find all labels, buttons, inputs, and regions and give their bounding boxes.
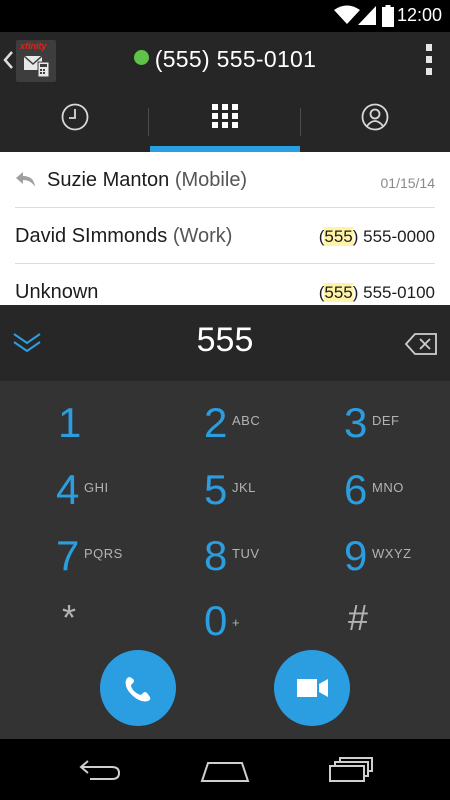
- key-digit: 8: [204, 532, 228, 579]
- clock-time: 12:00: [396, 5, 442, 25]
- contact-number: (555) 555-0100: [318, 283, 435, 302]
- key-6[interactable]: 6 MNO: [344, 466, 450, 532]
- active-line-title: (555) 555-0101: [0, 46, 450, 73]
- key-letters: MNO: [372, 480, 404, 495]
- key-digit: 5: [204, 466, 228, 513]
- list-item[interactable]: David SImmonds (Work) (555) 555-0000: [15, 208, 435, 264]
- battery-icon: [382, 5, 394, 27]
- contacts-icon: [361, 103, 389, 131]
- phone-icon: [125, 677, 151, 702]
- key-9[interactable]: 9 WXYZ: [344, 532, 450, 598]
- key-digit: 0: [204, 597, 228, 644]
- list-item[interactable]: Suzie Manton (Mobile) 01/15/14: [15, 152, 435, 208]
- key-digit: 9: [344, 532, 368, 579]
- key-letters: PQRS: [84, 546, 123, 561]
- key-letters: WXYZ: [372, 546, 412, 561]
- video-camera-icon: [297, 679, 328, 697]
- tab-dialpad[interactable]: [150, 90, 300, 152]
- presence-dot: [133, 50, 149, 65]
- key-letters: TUV: [232, 546, 260, 561]
- tab-recent[interactable]: [0, 90, 150, 152]
- key-2[interactable]: 2 ABC: [204, 399, 324, 465]
- recent-apps-icon[interactable]: [328, 757, 374, 783]
- home-icon[interactable]: [200, 757, 250, 783]
- dialpad-panel: 555 1 2 ABC 3 DEF 4 GHI 5 JKL 6 MNO 7 PQ…: [0, 305, 450, 739]
- contact-name: David SImmonds (Work): [15, 225, 233, 247]
- key-letters: JKL: [232, 480, 256, 495]
- navigation-bar: [0, 739, 450, 800]
- clock-icon: [61, 103, 89, 131]
- key-3[interactable]: 3 DEF: [344, 399, 450, 465]
- key-letters: ABC: [232, 413, 261, 428]
- key-digit: 7: [56, 532, 80, 579]
- key-letters: DEF: [372, 413, 400, 428]
- contact-name: Suzie Manton (Mobile): [47, 169, 248, 191]
- key-4[interactable]: 4 GHI: [56, 466, 176, 532]
- contact-name: Unknown: [15, 281, 99, 303]
- tab-contacts[interactable]: [300, 90, 450, 152]
- backspace-icon[interactable]: [405, 333, 437, 355]
- suggestion-list: Suzie Manton (Mobile) 01/15/14 David SIm…: [0, 152, 450, 305]
- action-bar: xfinity (555) 555-0101: [0, 32, 450, 90]
- wifi-icon: [334, 5, 360, 24]
- key-8[interactable]: 8 TUV: [204, 532, 324, 598]
- digits-field: 555: [0, 305, 450, 381]
- dialpad-icon: [212, 104, 238, 128]
- voice-call-button[interactable]: [100, 650, 176, 726]
- key-7[interactable]: 7 PQRS: [56, 532, 176, 598]
- back-arrow-icon[interactable]: [78, 757, 122, 781]
- key-digit: 3: [344, 399, 368, 446]
- list-item[interactable]: Unknown (555) 555-0100: [15, 264, 435, 305]
- dialed-number[interactable]: 555: [0, 321, 450, 360]
- key-letters: +: [232, 615, 241, 630]
- key-digit: 6: [344, 466, 368, 513]
- contact-number: (555) 555-0000: [318, 227, 435, 246]
- call-date: 01/15/14: [380, 175, 436, 191]
- key-letters: GHI: [84, 480, 109, 495]
- key-digit: *: [62, 597, 77, 638]
- tab-divider: [148, 108, 149, 136]
- key-digit: 1: [58, 399, 82, 446]
- key-digit: #: [348, 597, 369, 638]
- key-digit: 2: [204, 399, 228, 446]
- tab-bar: [0, 90, 450, 152]
- video-call-button[interactable]: [274, 650, 350, 726]
- cell-signal-icon: [358, 6, 376, 25]
- overflow-menu-icon[interactable]: [424, 44, 434, 80]
- reply-icon: [16, 172, 35, 187]
- key-5[interactable]: 5 JKL: [204, 466, 324, 532]
- key-1[interactable]: 1: [58, 399, 178, 465]
- active-line-number: (555) 555-0101: [154, 46, 317, 72]
- status-bar: 12:00: [0, 0, 450, 32]
- key-digit: 4: [56, 466, 80, 513]
- key-hash[interactable]: #: [348, 597, 450, 663]
